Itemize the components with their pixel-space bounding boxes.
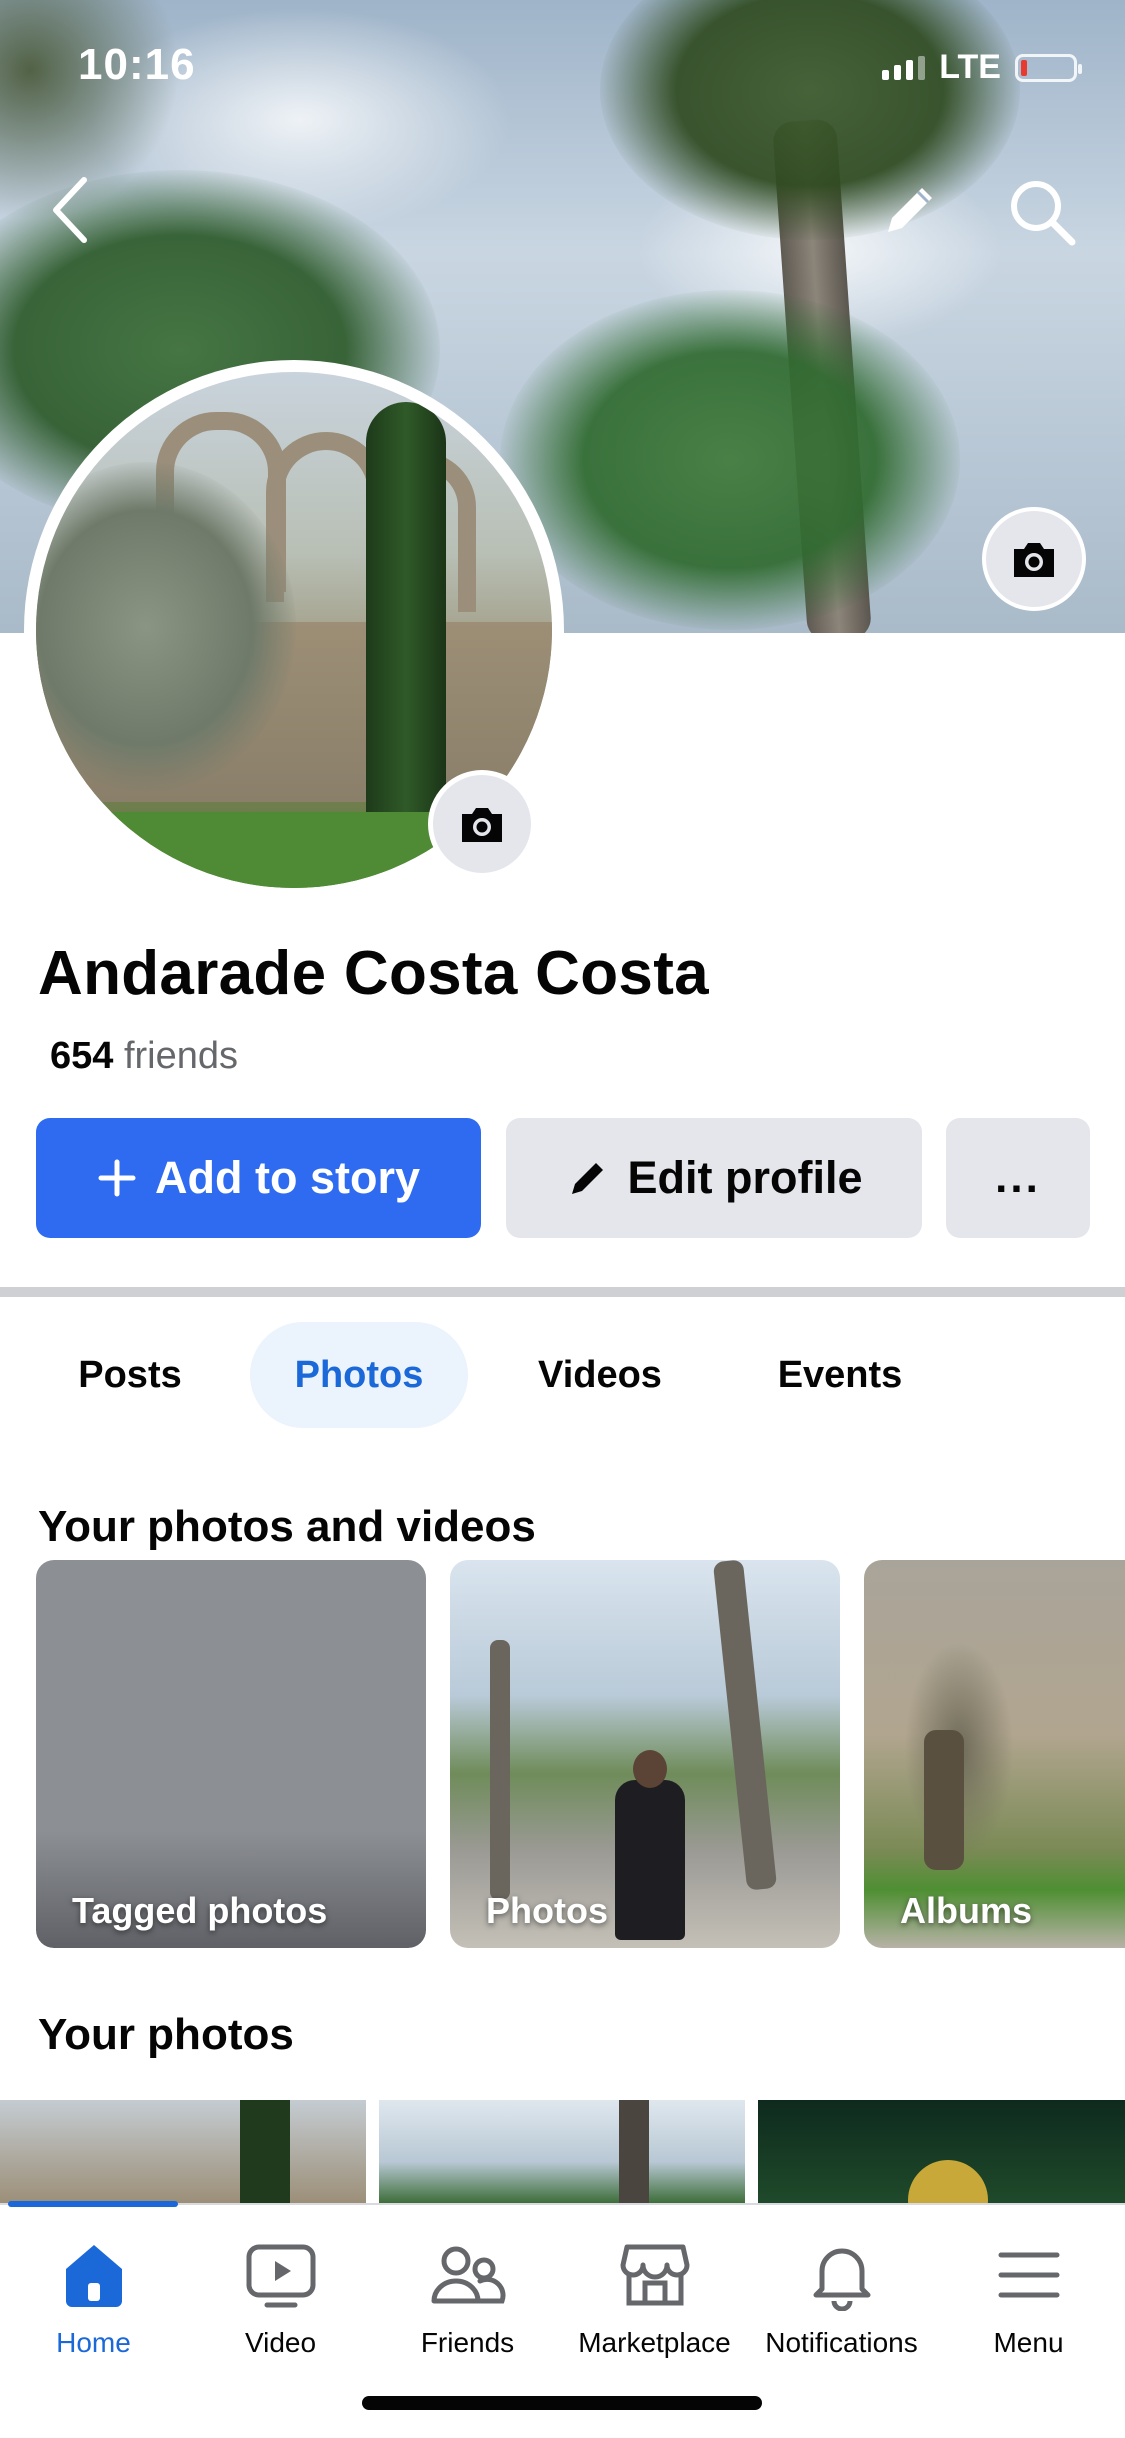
photo-thumbnail[interactable] — [758, 2100, 1125, 2203]
profile-name: Andarade Costa Costa — [38, 939, 709, 1008]
friends-number: 654 — [50, 1035, 114, 1077]
status-indicators: LTE — [882, 48, 1082, 87]
section-divider — [0, 1287, 1125, 1297]
nav-video[interactable]: Video — [187, 2235, 374, 2359]
more-icon: ... — [995, 1153, 1041, 1202]
search-icon[interactable] — [1000, 170, 1084, 254]
nav-home-label: Home — [56, 2327, 131, 2358]
status-time: 10:16 — [78, 40, 196, 89]
network-label: LTE — [939, 48, 1001, 86]
plus-icon — [97, 1158, 137, 1198]
bell-icon — [748, 2235, 935, 2315]
video-icon — [187, 2235, 374, 2315]
edit-profile-label: Edit profile — [627, 1152, 863, 1203]
albums-tile[interactable]: Albums — [864, 1560, 1125, 1948]
tab-events[interactable]: Events — [740, 1322, 940, 1428]
nav-friends[interactable]: Friends — [374, 2235, 561, 2359]
marketplace-icon — [561, 2235, 748, 2315]
photo-thumbnail[interactable] — [0, 2100, 366, 2203]
home-icon — [0, 2235, 187, 2315]
nav-marketplace-label: Marketplace — [578, 2327, 731, 2358]
add-to-story-button[interactable]: Add to story — [36, 1118, 481, 1238]
nav-notifications[interactable]: Notifications — [748, 2235, 935, 2359]
friends-icon — [374, 2235, 561, 2315]
nav-marketplace[interactable]: Marketplace — [561, 2235, 748, 2359]
photos-videos-heading: Your photos and videos — [38, 1502, 536, 1551]
photos-tile[interactable]: Photos — [450, 1560, 840, 1948]
pencil-icon — [566, 1156, 610, 1200]
more-options-button[interactable]: ... — [946, 1118, 1090, 1238]
avatar-camera-button[interactable] — [428, 770, 536, 878]
add-to-story-label: Add to story — [155, 1152, 420, 1203]
friends-label: friends — [113, 1035, 239, 1077]
tagged-photos-tile[interactable]: Tagged photos — [36, 1560, 426, 1948]
home-indicator[interactable] — [362, 2396, 762, 2410]
profile-tabs: Posts Photos Videos Events — [0, 1322, 1125, 1432]
cover-camera-button[interactable] — [982, 507, 1086, 611]
nav-home[interactable]: Home — [0, 2235, 187, 2359]
nav-menu-label: Menu — [993, 2327, 1064, 2358]
tab-photos[interactable]: Photos — [250, 1322, 468, 1428]
nav-menu[interactable]: Menu — [935, 2235, 1122, 2359]
edit-profile-button[interactable]: Edit profile — [506, 1118, 922, 1238]
nav-video-label: Video — [244, 2327, 317, 2358]
camera-icon — [458, 804, 506, 844]
active-nav-indicator — [8, 2201, 178, 2207]
pencil-icon[interactable] — [872, 172, 948, 248]
photos-label: Photos — [486, 1890, 608, 1931]
camera-icon — [1010, 539, 1058, 579]
tab-videos[interactable]: Videos — [500, 1322, 700, 1428]
nav-notifications-label: Notifications — [765, 2327, 918, 2358]
battery-icon — [1015, 53, 1082, 82]
nav-friends-label: Friends — [420, 2327, 515, 2358]
signal-icon — [882, 55, 926, 80]
menu-icon — [935, 2235, 1122, 2315]
your-photos-heading: Your photos — [38, 2010, 294, 2059]
back-icon[interactable] — [40, 170, 100, 250]
albums-label: Albums — [900, 1890, 1033, 1931]
friends-count[interactable]: 654 friends — [50, 1035, 238, 1078]
tagged-photos-label: Tagged photos — [72, 1890, 328, 1931]
tab-posts[interactable]: Posts — [40, 1322, 220, 1428]
photo-thumbnail[interactable] — [379, 2100, 745, 2203]
